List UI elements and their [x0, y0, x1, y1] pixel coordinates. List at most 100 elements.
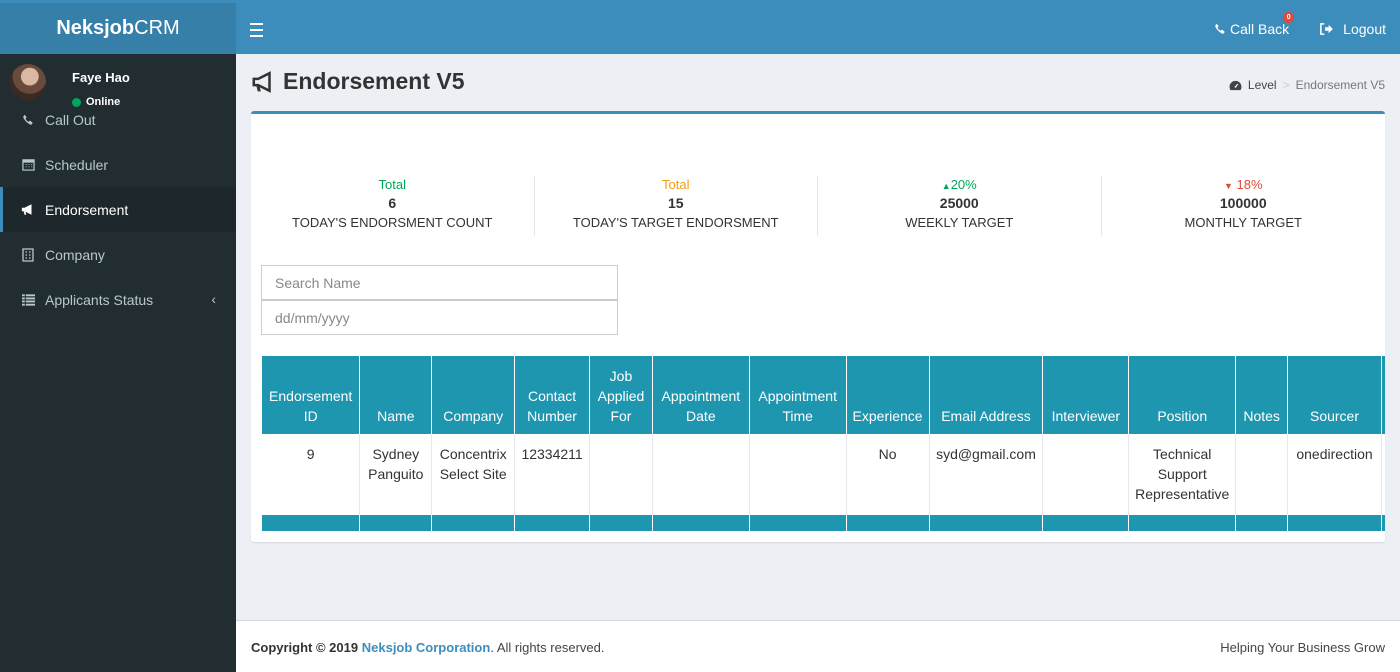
stat-monthly-target: ▼ 18% 100000 MONTHLY TARGET — [1102, 176, 1386, 236]
endorsement-table: Endorsement ID Name Company Contact Numb… — [262, 356, 1385, 531]
top-navbar: Call Back 0 Logout — [236, 3, 1400, 54]
sidebar-menu: Call Out Scheduler Endorsement Company A… — [0, 97, 236, 322]
sidebar-toggle-icon[interactable] — [250, 17, 264, 39]
table-cell: Sydney Panguito — [359, 434, 433, 515]
table-footer-row — [262, 515, 1385, 531]
stat-value: 25000 — [939, 195, 979, 211]
page-title: Endorsement V5 — [251, 68, 465, 95]
sidebar-item-label: Company — [45, 246, 105, 263]
table-cell: Technical Support Representative — [1128, 434, 1237, 515]
search-name-input[interactable] — [261, 265, 618, 300]
stat-top-label: Total — [662, 177, 690, 192]
sidebar-item-call-out[interactable]: Call Out — [0, 97, 236, 142]
rights-text: . All rights reserved. — [490, 640, 605, 655]
calendar-icon — [21, 158, 35, 172]
breadcrumb-level-link[interactable]: Level — [1248, 78, 1277, 92]
stat-label: MONTHLY TARGET — [1184, 215, 1303, 230]
list-icon — [21, 293, 35, 307]
stat-todays-target-endorsement: Total 15 TODAY'S TARGET ENDORSMENT — [535, 176, 818, 236]
sidebar-item-company[interactable]: Company — [0, 232, 236, 277]
stats-row: Total 6 TODAY'S ENDORSMENT COUNT Total 1… — [251, 176, 1385, 236]
table-cell: 12334211 — [514, 434, 591, 515]
table-header-row: Endorsement ID Name Company Contact Numb… — [262, 356, 1385, 434]
endorsement-table-wrap: Endorsement ID Name Company Contact Numb… — [262, 356, 1385, 531]
stat-top-label: ▲20% — [818, 176, 1101, 194]
logo-bold: Neksjob — [56, 17, 135, 39]
table-cell — [652, 434, 750, 515]
column-header[interactable]: Appointment Date — [652, 356, 750, 434]
sidebar-item-scheduler[interactable]: Scheduler — [0, 142, 236, 187]
dashboard-icon — [1229, 80, 1242, 90]
caret-down-icon: ▼ — [1223, 181, 1233, 191]
column-header[interactable]: Notes — [1235, 356, 1289, 434]
date-input[interactable] — [261, 300, 618, 335]
table-cell — [589, 434, 653, 515]
stat-weekly-target: ▲20% 25000 WEEKLY TARGET — [818, 176, 1102, 236]
stat-top-label: ▼ 18% — [1102, 176, 1386, 194]
logo-rest: CRM — [134, 17, 180, 39]
table-cell — [1235, 434, 1289, 515]
column-header[interactable]: Position — [1128, 356, 1237, 434]
sidebar-item-label: Scheduler — [45, 156, 109, 173]
stat-value: 100000 — [1219, 195, 1267, 211]
sidebar-item-label: Call Out — [45, 111, 96, 128]
stat-percent: 18% — [1236, 177, 1263, 192]
sidebar-item-label: Applicants Status — [45, 291, 154, 308]
copyright-text: Copyright © 2019 — [251, 640, 359, 655]
stat-label: TODAY'S TARGET ENDORSMENT — [572, 215, 779, 230]
breadcrumb: Level > Endorsement V5 — [1229, 78, 1385, 92]
column-header[interactable]: Sourcer — [1287, 356, 1382, 434]
page-title-text: Endorsement V5 — [283, 68, 465, 94]
table-cell: Concentrix Select Site — [431, 434, 516, 515]
footer: Copyright © 2019 Neksjob Corporation. Al… — [236, 620, 1400, 672]
sidebar-item-label: Endorsement — [45, 201, 129, 218]
table-cell: syd@gmail.com — [929, 434, 1044, 515]
stat-value: 6 — [388, 195, 397, 211]
table-cell: onedirection — [1287, 434, 1382, 515]
endorsement-box: Total 6 TODAY'S ENDORSMENT COUNT Total 1… — [251, 111, 1385, 542]
column-header[interactable]: Name — [359, 356, 433, 434]
stat-percent: 20% — [950, 177, 977, 192]
sign-out-icon — [1320, 22, 1334, 35]
caret-up-icon: ▲ — [941, 181, 951, 191]
column-header[interactable]: Endorsement ID — [262, 356, 361, 434]
bullhorn-icon — [21, 203, 35, 217]
phone-icon — [1215, 23, 1225, 34]
call-back-button[interactable]: Call Back 0 — [1214, 11, 1295, 37]
app-logo[interactable]: NeksjobCRM — [0, 3, 236, 54]
sidebar-item-endorsement[interactable]: Endorsement — [0, 187, 236, 232]
table-cell — [1042, 434, 1130, 515]
column-header[interactable]: Company — [431, 356, 516, 434]
bullhorn-icon — [252, 70, 271, 93]
phone-icon — [21, 113, 35, 127]
user-name: Faye Hao — [72, 70, 130, 85]
table-cell — [749, 434, 847, 515]
company-link[interactable]: Neksjob Corporation — [362, 640, 491, 655]
avatar — [10, 64, 46, 100]
stat-label: WEEKLY TARGET — [905, 215, 1014, 230]
column-header[interactable]: Job Applied For — [589, 356, 653, 434]
column-header[interactable]: Contact Number — [514, 356, 591, 434]
building-icon — [21, 247, 35, 262]
column-header[interactable]: E — [1381, 356, 1385, 434]
sidebar-item-applicants-status[interactable]: Applicants Status ‹ — [0, 277, 236, 322]
stat-top-label: Total — [378, 177, 406, 192]
table-row[interactable]: 9 Sydney Panguito Concentrix Select Site… — [262, 434, 1385, 515]
stat-todays-endorsement-count: Total 6 TODAY'S ENDORSMENT COUNT — [251, 176, 535, 236]
stat-value: 15 — [667, 195, 684, 211]
table-cell: No — [846, 434, 930, 515]
logout-button[interactable]: Logout — [1319, 21, 1386, 37]
call-back-label: Call Back — [1230, 20, 1290, 37]
column-header[interactable]: Interviewer — [1042, 356, 1130, 434]
sidebar: Faye Hao Online Call Out Scheduler Endor… — [0, 54, 236, 672]
chevron-left-icon: ‹ — [211, 291, 216, 307]
logout-label: Logout — [1343, 20, 1386, 37]
breadcrumb-separator: > — [1282, 78, 1290, 92]
footer-copyright: Copyright © 2019 Neksjob Corporation. Al… — [251, 640, 604, 655]
column-header[interactable]: Appointment Time — [749, 356, 847, 434]
stat-label: TODAY'S ENDORSMENT COUNT — [292, 215, 493, 230]
column-header[interactable]: Email Address — [929, 356, 1044, 434]
table-cell: E — [1381, 434, 1385, 515]
column-header[interactable]: Experience — [846, 356, 930, 434]
table-cell: 9 — [262, 434, 361, 515]
